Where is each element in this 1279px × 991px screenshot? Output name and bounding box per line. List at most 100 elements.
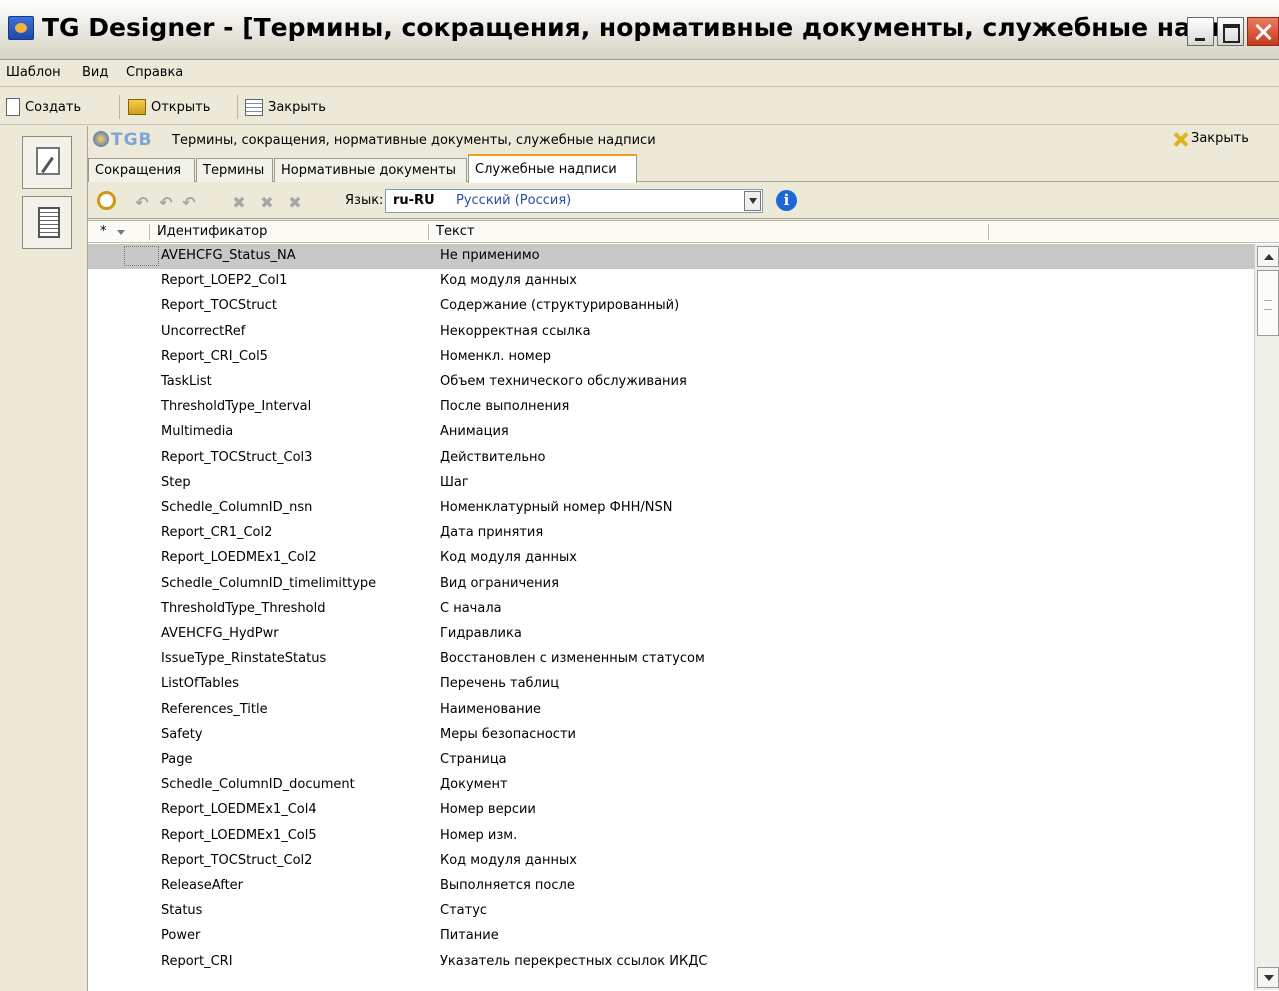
column-header-text[interactable]: Текст	[436, 224, 475, 239]
table-row[interactable]: Report_LOEDMEx1_Col4 Номер версии	[88, 798, 1254, 823]
identifier-cell[interactable]: Schedle_ColumnID_nsn	[161, 500, 312, 515]
close-window-button[interactable]	[1247, 17, 1279, 46]
table-row[interactable]: IssueType_RinstateStatus Восстановлен с и…	[88, 647, 1254, 672]
column-header-id[interactable]: Идентификатор	[157, 224, 267, 239]
identifier-cell[interactable]: Report_TOCStruct_Col3	[161, 450, 312, 465]
text-cell[interactable]: Меры безопасности	[440, 727, 576, 742]
identifier-cell[interactable]: Safety	[161, 727, 203, 742]
identifier-cell[interactable]: Power	[161, 928, 200, 943]
table-row[interactable]: Report_CR1_Col2 Дата принятия	[88, 521, 1254, 546]
text-cell[interactable]: Номер версии	[440, 802, 536, 817]
undo-icon[interactable]: ↶	[157, 193, 175, 212]
text-cell[interactable]: Код модуля данных	[440, 550, 577, 565]
menu-help[interactable]: Справка	[126, 65, 183, 80]
sort-down-icon[interactable]	[117, 230, 125, 235]
text-cell[interactable]: Питание	[440, 928, 499, 943]
identifier-cell[interactable]: Report_LOEDMEx1_Col2	[161, 550, 317, 565]
minimize-button[interactable]	[1187, 17, 1214, 46]
text-cell[interactable]: Не применимо	[440, 248, 540, 263]
text-cell[interactable]: Содержание (структурированный)	[440, 298, 679, 313]
text-cell[interactable]: Код модуля данных	[440, 853, 577, 868]
table-row[interactable]: ReleaseAfter Выполняется после	[88, 874, 1254, 899]
identifier-cell[interactable]: Report_LOEP2_Col1	[161, 273, 287, 288]
menu-template[interactable]: Шаблон	[6, 65, 61, 80]
table-row[interactable]: Report_LOEDMEx1_Col2 Код модуля данных	[88, 546, 1254, 571]
text-cell[interactable]: Некорректная ссылка	[440, 324, 591, 339]
close-button[interactable]: Закрыть	[245, 96, 326, 118]
text-cell[interactable]: Выполняется после	[440, 878, 575, 893]
table-row[interactable]: Safety Меры безопасности	[88, 723, 1254, 748]
table-row[interactable]: ThresholdType_Threshold С начала	[88, 597, 1254, 622]
table-row[interactable]: Multimedia Анимация	[88, 420, 1254, 445]
text-cell[interactable]: Код модуля данных	[440, 273, 577, 288]
table-row[interactable]: Step Шаг	[88, 471, 1254, 496]
identifier-cell[interactable]: TaskList	[161, 374, 212, 389]
identifier-cell[interactable]: ThresholdType_Threshold	[161, 601, 326, 616]
delete-icon[interactable]: ✖	[230, 193, 248, 212]
table-row[interactable]: AVEHCFG_Status_NA Не применимо	[88, 244, 1254, 270]
table-row[interactable]: ListOfTables Перечень таблиц	[88, 672, 1254, 697]
table-row[interactable]: References_Title Наименование	[88, 698, 1254, 723]
identifier-cell[interactable]: ReleaseAfter	[161, 878, 243, 893]
tab-abbreviations[interactable]: Сокращения	[88, 158, 195, 182]
text-cell[interactable]: Вид ограничения	[440, 576, 559, 591]
table-row[interactable]: Report_CRI_Col5 Номенкл. номер	[88, 345, 1254, 370]
row-selection-cell[interactable]	[124, 246, 159, 266]
identifier-cell[interactable]: References_Title	[161, 702, 268, 717]
editor-side-button[interactable]	[22, 136, 72, 189]
identifier-cell[interactable]: Report_LOEDMEx1_Col5	[161, 828, 317, 843]
table-row[interactable]: ThresholdType_Interval После выполнения	[88, 395, 1254, 420]
text-cell[interactable]: После выполнения	[440, 399, 569, 414]
maximize-button[interactable]	[1217, 17, 1244, 46]
identifier-cell[interactable]: Report_CRI	[161, 954, 233, 969]
table-row[interactable]: Report_LOEP2_Col1 Код модуля данных	[88, 269, 1254, 294]
scroll-thumb[interactable]	[1257, 270, 1279, 336]
table-row[interactable]: Status Статус	[88, 899, 1254, 924]
identifier-cell[interactable]: AVEHCFG_Status_NA	[161, 248, 296, 263]
identifier-cell[interactable]: Report_LOEDMEx1_Col4	[161, 802, 317, 817]
scroll-down-button[interactable]	[1257, 967, 1279, 988]
text-cell[interactable]: Номер изм.	[440, 828, 517, 843]
document-close-button[interactable]: Закрыть	[1173, 131, 1249, 146]
identifier-cell[interactable]: Page	[161, 752, 192, 767]
undo-icon[interactable]: ↶	[133, 193, 151, 212]
language-select[interactable]: ru-RU Русский (Россия)	[385, 189, 763, 213]
table-row[interactable]: TaskList Объем технического обслуживания	[88, 370, 1254, 395]
table-row[interactable]: Schedle_ColumnID_timelimittype Вид ограни…	[88, 572, 1254, 597]
identifier-cell[interactable]: Report_TOCStruct	[161, 298, 277, 313]
documents-side-button[interactable]	[22, 196, 72, 249]
text-cell[interactable]: Указатель перекрестных ссылок ИКДС	[440, 954, 707, 969]
text-cell[interactable]: Объем технического обслуживания	[440, 374, 687, 389]
identifier-cell[interactable]: Report_CR1_Col2	[161, 525, 272, 540]
identifier-cell[interactable]: Status	[161, 903, 202, 918]
delete-icon[interactable]: ✖	[286, 193, 304, 212]
text-cell[interactable]: Статус	[440, 903, 487, 918]
text-cell[interactable]: Действительно	[440, 450, 545, 465]
title-bar[interactable]: TG Designer - [Термины, сокращения, норм…	[0, 0, 1279, 60]
table-row[interactable]: Report_TOCStruct_Col3 Действительно	[88, 446, 1254, 471]
tab-service-labels[interactable]: Служебные надписи	[468, 154, 637, 183]
text-cell[interactable]: С начала	[440, 601, 502, 616]
table-row[interactable]: Power Питание	[88, 924, 1254, 949]
identifier-cell[interactable]: UncorrectRef	[161, 324, 245, 339]
table-row[interactable]: UncorrectRef Некорректная ссылка	[88, 320, 1254, 345]
text-cell[interactable]: Шаг	[440, 475, 469, 490]
table-row[interactable]: Report_TOCStruct Содержание (структуриров…	[88, 294, 1254, 319]
text-cell[interactable]: Дата принятия	[440, 525, 543, 540]
text-cell[interactable]: Восстановлен с измененным статусом	[440, 651, 705, 666]
tab-terms[interactable]: Термины	[196, 158, 273, 182]
identifier-cell[interactable]: Schedle_ColumnID_document	[161, 777, 355, 792]
undo-icon[interactable]: ↶	[180, 193, 198, 212]
text-cell[interactable]: Гидравлика	[440, 626, 522, 641]
text-cell[interactable]: Наименование	[440, 702, 541, 717]
table-row[interactable]: Report_LOEDMEx1_Col5 Номер изм.	[88, 824, 1254, 849]
identifier-cell[interactable]: ListOfTables	[161, 676, 239, 691]
text-cell[interactable]: Перечень таблиц	[440, 676, 559, 691]
menu-view[interactable]: Вид	[82, 65, 108, 80]
create-button[interactable]: Создать	[6, 96, 81, 118]
text-cell[interactable]: Страница	[440, 752, 507, 767]
table-row[interactable]: Report_CRI Указатель перекрестных ссылок …	[88, 950, 1254, 975]
scroll-up-button[interactable]	[1257, 246, 1279, 267]
sync-icon[interactable]	[97, 191, 116, 210]
table-row[interactable]: Page Страница	[88, 748, 1254, 773]
